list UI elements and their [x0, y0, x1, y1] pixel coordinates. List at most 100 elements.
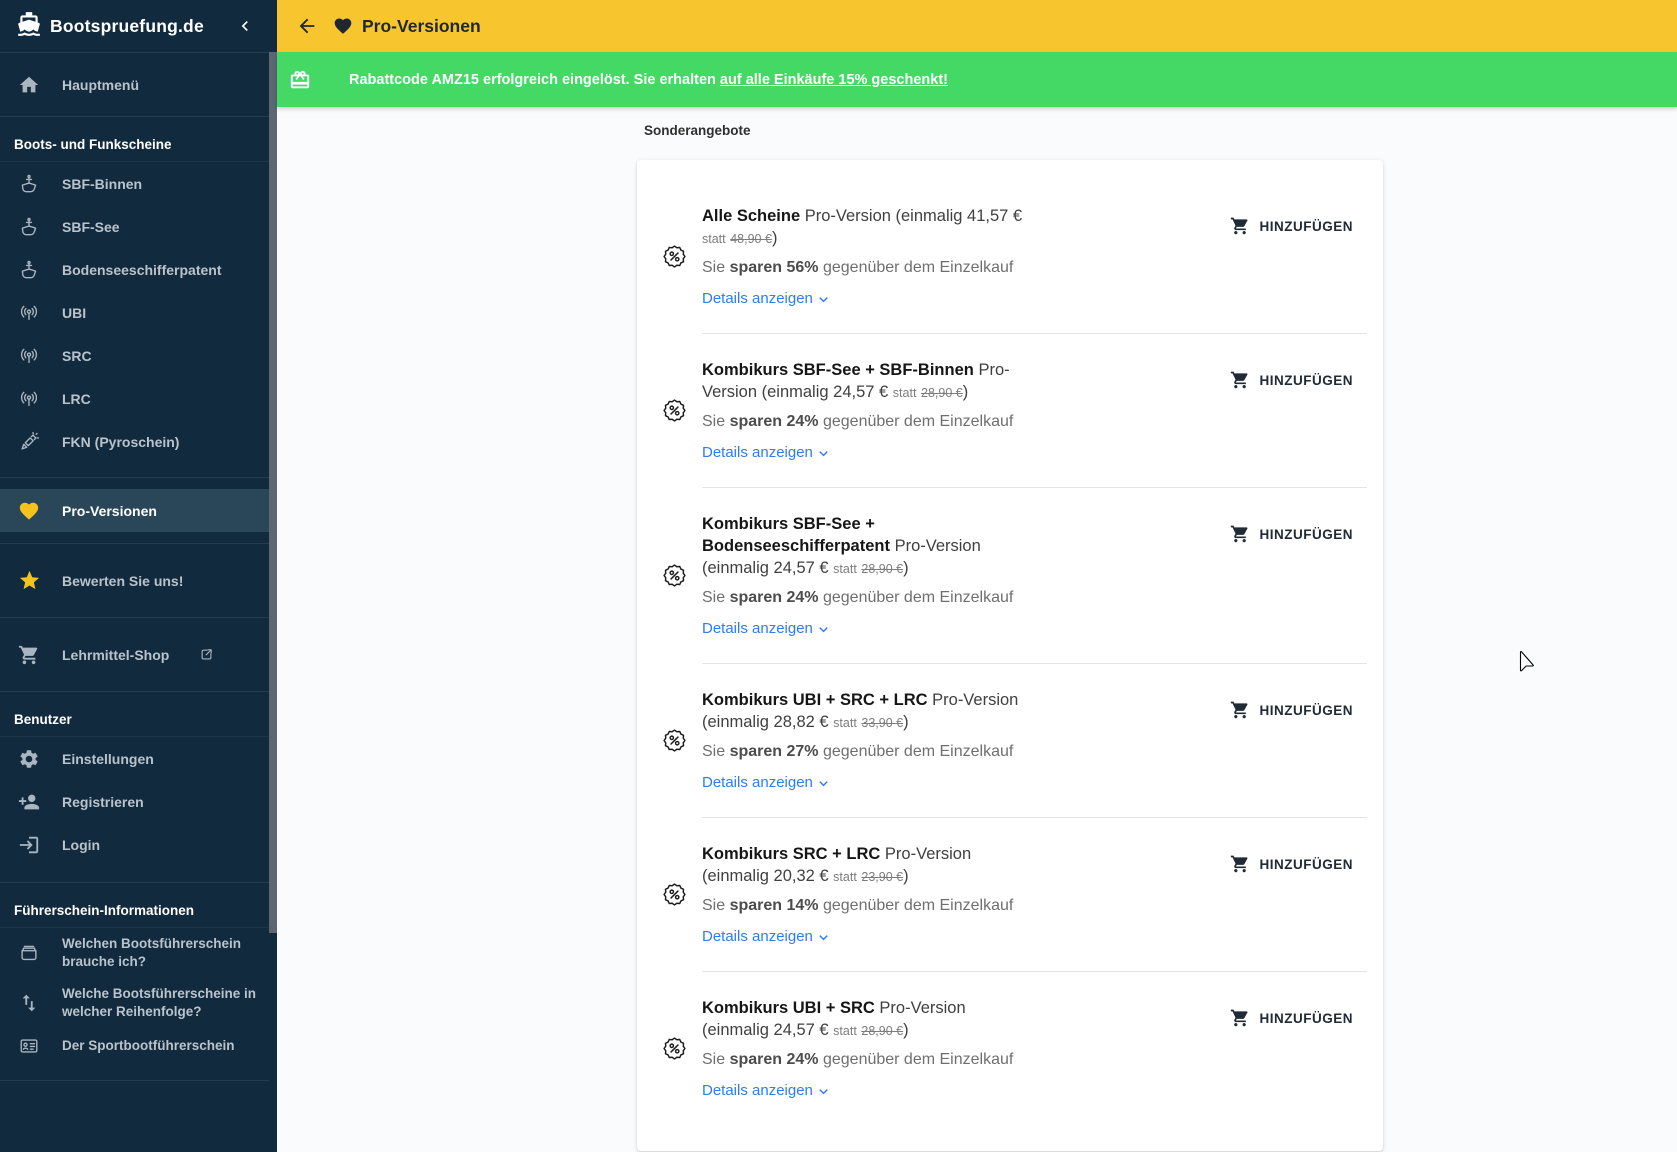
heart-icon [17, 500, 41, 522]
sidebar-item-registrieren[interactable]: Registrieren [0, 780, 269, 823]
offer-savings: Sie sparen 24% gegenüber dem Einzelkauf [702, 589, 1014, 606]
sidebar: Bootspruefung.de Hauptmenü Boots- und Fu… [0, 0, 277, 1152]
offer-row-alle-scheine: Alle Scheine Pro-Version (einmalig 41,57… [637, 180, 1383, 333]
add-to-cart-button[interactable]: HINZUFÜGEN [1230, 210, 1354, 242]
home-icon [17, 74, 41, 96]
offers-card: Alle Scheine Pro-Version (einmalig 41,57… [637, 160, 1383, 1151]
chevron-down-icon [815, 1081, 832, 1100]
percent-badge-icon [637, 513, 702, 638]
cart-icon [1230, 1008, 1250, 1028]
login-icon [17, 834, 41, 856]
percent-badge-icon [637, 359, 702, 462]
cart-icon [17, 644, 41, 666]
sidebar-item-hauptmenu[interactable]: Hauptmenü [0, 63, 269, 106]
add-to-cart-button[interactable]: HINZUFÜGEN [1230, 694, 1354, 726]
sidebar-item-sbf-see[interactable]: SBF-See [0, 205, 269, 248]
id-card-icon [17, 1035, 41, 1057]
offer-row-sbfsee-bodensee: Kombikurs SBF-See + Bodenseeschifferpate… [637, 488, 1383, 663]
offer-title: Kombikurs SBF-See + SBF-Binnen Pro-Versi… [702, 361, 1010, 401]
percent-badge-icon [637, 205, 702, 308]
cart-icon [1230, 216, 1250, 236]
page-title: Pro-Versionen [362, 15, 481, 36]
offer-savings: Sie sparen 24% gegenüber dem Einzelkauf [702, 1051, 1014, 1068]
sidebar-item-lrc[interactable]: LRC [0, 377, 269, 420]
chevron-down-icon [815, 927, 832, 946]
details-toggle[interactable]: Details anzeigen [702, 443, 832, 462]
add-to-cart-button[interactable]: HINZUFÜGEN [1230, 848, 1354, 880]
discount-banner-link[interactable]: auf alle Einkäufe 15% geschenkt! [720, 72, 948, 88]
details-toggle[interactable]: Details anzeigen [702, 289, 832, 308]
section-title-info: Führerschein-Informationen [14, 903, 195, 918]
chevron-down-icon [815, 443, 832, 462]
cart-icon [1230, 854, 1250, 874]
percent-badge-icon [637, 689, 702, 792]
heart-icon [333, 16, 353, 36]
radio-antenna-icon [17, 388, 41, 410]
star-icon [17, 569, 41, 592]
boat-logo-icon [16, 11, 42, 42]
offer-title: Alle Scheine Pro-Version (einmalig 41,57… [702, 207, 1023, 247]
sidebar-item-bodenseeschifferpatent[interactable]: Bodenseeschifferpatent [0, 248, 269, 291]
sidebar-item-sbf-binnen[interactable]: SBF-Binnen [0, 162, 269, 205]
divider [0, 1080, 269, 1081]
sidebar-item-sportbootfuehrerschein[interactable]: Der Sportbootführerschein [0, 1028, 269, 1064]
offer-title: Kombikurs SRC + LRC Pro-Version (einmali… [702, 845, 972, 885]
offer-row-src-lrc: Kombikurs SRC + LRC Pro-Version (einmali… [637, 818, 1383, 971]
section-title-boats: Boots- und Funkscheine [14, 137, 172, 152]
offer-savings: Sie sparen 56% gegenüber dem Einzelkauf [702, 259, 1014, 276]
offer-row-sbfsee-sbfbinnen: Kombikurs SBF-See + SBF-Binnen Pro-Versi… [637, 334, 1383, 487]
person-add-icon [17, 791, 41, 813]
sidebar-item-src[interactable]: SRC [0, 334, 269, 377]
chevron-down-icon [815, 773, 832, 792]
sidebar-scrollbar[interactable] [269, 52, 277, 933]
sidebar-item-lehrmittel-shop[interactable]: Lehrmittel-Shop [0, 633, 269, 676]
firework-rocket-icon [17, 431, 41, 453]
cart-icon [1230, 370, 1250, 390]
sidebar-collapse-button[interactable] [235, 16, 255, 36]
radio-antenna-icon [17, 302, 41, 324]
offer-savings: Sie sparen 24% gegenüber dem Einzelkauf [702, 413, 1014, 430]
add-to-cart-button[interactable]: HINZUFÜGEN [1230, 364, 1354, 396]
details-toggle[interactable]: Details anzeigen [702, 619, 832, 638]
sidebar-item-reihenfolge[interactable]: Welche Bootsführerscheine in welcher Rei… [0, 978, 269, 1028]
add-to-cart-button[interactable]: HINZUFÜGEN [1230, 518, 1354, 550]
offer-title: Kombikurs UBI + SRC Pro-Version (einmali… [702, 999, 966, 1039]
brand-header: Bootspruefung.de [0, 0, 269, 52]
brand-name: Bootspruefung.de [50, 15, 204, 36]
details-toggle[interactable]: Details anzeigen [702, 927, 832, 946]
gift-icon [289, 69, 311, 91]
box-icon [17, 942, 41, 964]
offer-savings: Sie sparen 27% gegenüber dem Einzelkauf [702, 743, 1014, 760]
app-bar: Pro-Versionen [277, 0, 1677, 52]
section-label: Sonderangebote [644, 123, 751, 138]
sidebar-item-login[interactable]: Login [0, 823, 269, 866]
offer-title: Kombikurs SBF-See + Bodenseeschifferpate… [702, 515, 981, 577]
sidebar-item-fkn[interactable]: FKN (Pyroschein) [0, 420, 269, 463]
sidebar-item-welcher-schein[interactable]: Welchen Bootsführerschein brauche ich? [0, 928, 269, 978]
sidebar-item-einstellungen[interactable]: Einstellungen [0, 737, 269, 780]
details-toggle[interactable]: Details anzeigen [702, 773, 832, 792]
offer-title: Kombikurs UBI + SRC + LRC Pro-Version (e… [702, 691, 1019, 731]
gear-icon [17, 748, 41, 770]
swap-vertical-icon [17, 992, 41, 1014]
radio-antenna-icon [17, 345, 41, 367]
add-to-cart-button[interactable]: HINZUFÜGEN [1230, 1002, 1354, 1034]
sidebar-item-bewerten[interactable]: Bewerten Sie uns! [0, 559, 269, 602]
ship-icon [17, 173, 41, 195]
offer-savings: Sie sparen 14% gegenüber dem Einzelkauf [702, 897, 1014, 914]
discount-banner: Rabattcode AMZ15 erfolgreich eingelöst. … [277, 52, 1677, 107]
content-area: Sonderangebote Alle Scheine Pro-Version … [277, 107, 1677, 1152]
sidebar-item-pro-versionen[interactable]: Pro-Versionen [0, 489, 269, 532]
ship-icon [17, 259, 41, 281]
discount-banner-text: Rabattcode AMZ15 erfolgreich eingelöst. … [349, 71, 948, 88]
details-toggle[interactable]: Details anzeigen [702, 1081, 832, 1100]
external-link-icon [199, 647, 214, 662]
offer-row-ubi-src: Kombikurs UBI + SRC Pro-Version (einmali… [637, 972, 1383, 1125]
back-button[interactable] [287, 6, 327, 46]
section-title-benutzer: Benutzer [14, 712, 72, 727]
sidebar-item-ubi[interactable]: UBI [0, 291, 269, 334]
main-area: Pro-Versionen Rabattcode AMZ15 erfolgrei… [277, 0, 1677, 1152]
ship-icon [17, 216, 41, 238]
chevron-down-icon [815, 619, 832, 638]
offer-row-ubi-src-lrc: Kombikurs UBI + SRC + LRC Pro-Version (e… [637, 664, 1383, 817]
